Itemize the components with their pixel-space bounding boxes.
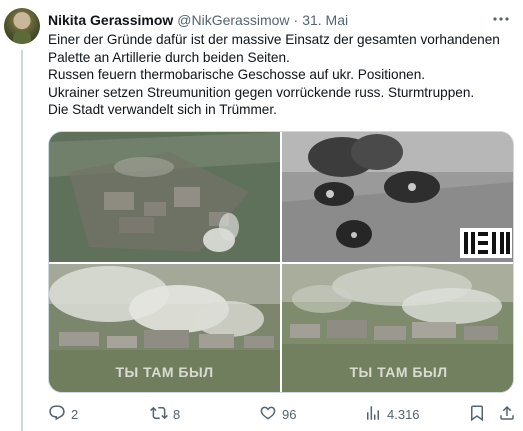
retweet-button[interactable]: 8 bbox=[150, 404, 180, 425]
reply-count: 2 bbox=[71, 407, 79, 422]
tweet-line: Die Stadt verwandelt sich in Trümmer. bbox=[48, 102, 277, 118]
views-button[interactable]: 4.316 bbox=[364, 404, 420, 425]
more-horizontal-icon[interactable] bbox=[491, 9, 511, 29]
watermark-text: ТЫ ТАМ БЫЛ bbox=[115, 364, 214, 380]
media-image-explosions[interactable] bbox=[282, 132, 513, 262]
tweet-line: Russen feuern thermobarische Geschosse a… bbox=[48, 67, 426, 83]
tweet-header: Nikita Gerassimow @NikGerassimow · 31. M… bbox=[48, 11, 511, 29]
tweet-date[interactable]: 31. Mai bbox=[302, 12, 348, 28]
retweet-icon bbox=[150, 404, 168, 425]
reply-icon bbox=[48, 404, 66, 425]
avatar[interactable] bbox=[4, 8, 40, 44]
like-button[interactable]: 96 bbox=[259, 404, 296, 425]
channel-logo bbox=[460, 228, 512, 258]
thread-line bbox=[21, 50, 23, 431]
author-name[interactable]: Nikita Gerassimow bbox=[48, 12, 173, 28]
media-image-smoke-left[interactable]: ТЫ ТАМ БЫЛ bbox=[49, 264, 280, 392]
media-image-smoke-right[interactable]: ТЫ ТАМ БЫЛ bbox=[282, 264, 513, 392]
heart-icon bbox=[259, 404, 277, 425]
tweet-line: Einer der Gründe dafür ist der massive E… bbox=[48, 32, 500, 47]
media-image-aerial-city[interactable] bbox=[49, 132, 280, 262]
share-button[interactable] bbox=[498, 404, 516, 425]
watermark-text: ТЫ ТАМ БЫЛ bbox=[349, 364, 448, 380]
media-grid: ТЫ ТАМ БЫЛ ТЫ ТАМ БЫЛ bbox=[48, 131, 514, 393]
separator-dot: · bbox=[293, 12, 299, 28]
bookmark-icon bbox=[468, 404, 486, 425]
reply-button[interactable]: 2 bbox=[48, 404, 78, 425]
tweet-line: Palette an Artillerie durch beiden Seite… bbox=[48, 49, 290, 65]
tweet-line: Ukrainer setzen Streumunition gegen vorr… bbox=[48, 84, 475, 100]
tweet-text: Einer der Gründe dafür ist der massive E… bbox=[48, 31, 510, 119]
bookmark-button[interactable] bbox=[468, 404, 486, 425]
bar-chart-icon bbox=[364, 404, 382, 425]
views-count: 4.316 bbox=[387, 407, 420, 422]
author-handle[interactable]: @NikGerassimow bbox=[177, 12, 289, 28]
like-count: 96 bbox=[282, 407, 297, 422]
tweet-actions: 2 8 96 4.316 bbox=[48, 404, 514, 424]
retweet-count: 8 bbox=[173, 407, 181, 422]
share-icon bbox=[498, 404, 516, 425]
